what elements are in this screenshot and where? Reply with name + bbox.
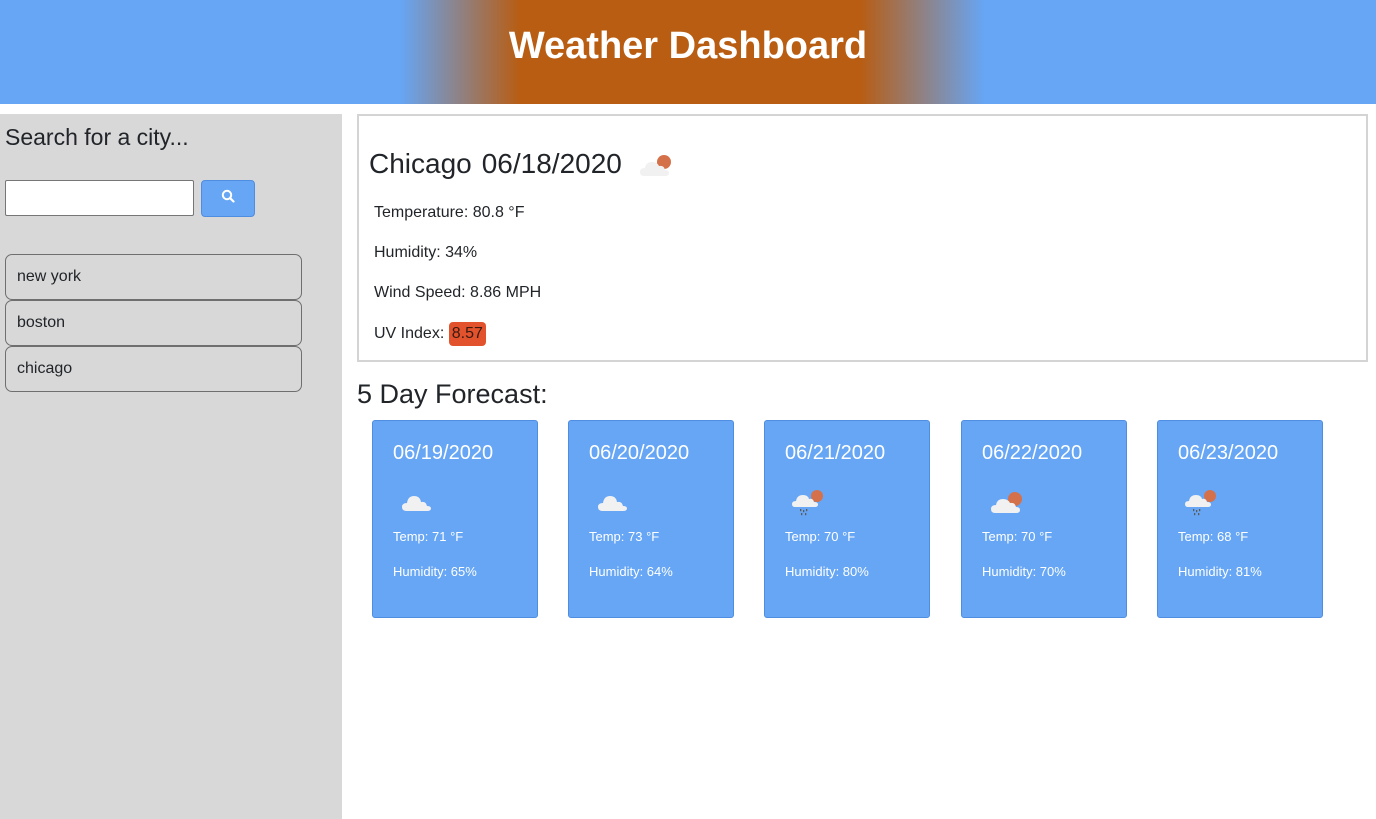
history-item-boston[interactable]: boston — [5, 300, 302, 346]
forecast-date: 06/21/2020 — [785, 442, 886, 464]
history-item-label: new york — [17, 268, 82, 285]
search-button[interactable] — [201, 180, 255, 217]
city-search-input[interactable] — [5, 180, 194, 216]
search-icon — [221, 189, 235, 208]
page-title: Weather Dashboard — [508, 24, 868, 67]
page-header: Weather Dashboard — [0, 0, 1376, 104]
current-humidity: Humidity: 34% — [374, 244, 478, 261]
search-history-list: new york boston chicago — [5, 254, 302, 392]
cloud-icon — [595, 487, 635, 519]
forecast-humidity: Humidity: 81% — [1178, 564, 1262, 579]
cloud-icon — [399, 487, 439, 519]
forecast-humidity: Humidity: 70% — [982, 564, 1066, 579]
current-uv-row: UV Index: 8.57 — [374, 322, 486, 346]
forecast-date: 06/20/2020 — [589, 442, 690, 464]
history-item-label: chicago — [17, 360, 73, 377]
forecast-card: 06/21/2020 Temp: 70 °F Humidity: 80% — [764, 420, 930, 618]
search-heading: Search for a city... — [5, 124, 189, 150]
rain-sun-icon — [791, 487, 831, 519]
partly-cloudy-icon — [638, 150, 678, 182]
current-city: Chicago — [369, 148, 472, 179]
forecast-card: 06/20/2020 Temp: 73 °F Humidity: 64% — [568, 420, 734, 618]
forecast-card: 06/22/2020 Temp: 70 °F Humidity: 70% — [961, 420, 1127, 618]
uv-label: UV Index: — [374, 325, 445, 342]
current-title-row: Chicago 06/18/2020 — [369, 148, 678, 180]
history-item-label: boston — [17, 314, 66, 331]
forecast-temp: Temp: 71 °F — [393, 529, 464, 544]
forecast-temp: Temp: 73 °F — [589, 529, 660, 544]
rain-sun-icon — [1184, 487, 1224, 519]
forecast-date: 06/23/2020 — [1178, 442, 1279, 464]
sidebar: Search for a city... new york boston chi… — [0, 114, 342, 819]
uv-index-badge: 8.57 — [448, 322, 486, 346]
forecast-card: 06/19/2020 Temp: 71 °F Humidity: 65% — [372, 420, 538, 618]
forecast-temp: Temp: 70 °F — [982, 529, 1053, 544]
forecast-humidity: Humidity: 65% — [393, 564, 477, 579]
current-temperature: Temperature: 80.8 °F — [374, 204, 525, 221]
forecast-title: 5 Day Forecast: — [357, 379, 548, 409]
current-date: 06/18/2020 — [481, 148, 622, 179]
current-weather-panel: Chicago 06/18/2020 Temperature: 80.8 °F … — [357, 114, 1368, 362]
history-item-new-york[interactable]: new york — [5, 254, 302, 300]
forecast-date: 06/19/2020 — [393, 442, 494, 464]
forecast-temp: Temp: 68 °F — [1178, 529, 1249, 544]
forecast-card: 06/23/2020 Temp: 68 °F Humidity: 81% — [1157, 420, 1323, 618]
current-wind-speed: Wind Speed: 8.86 MPH — [374, 284, 542, 301]
forecast-humidity: Humidity: 80% — [785, 564, 869, 579]
partly-cloudy-icon — [988, 487, 1028, 519]
forecast-temp: Temp: 70 °F — [785, 529, 856, 544]
forecast-date: 06/22/2020 — [982, 442, 1083, 464]
history-item-chicago[interactable]: chicago — [5, 346, 302, 392]
forecast-humidity: Humidity: 64% — [589, 564, 673, 579]
